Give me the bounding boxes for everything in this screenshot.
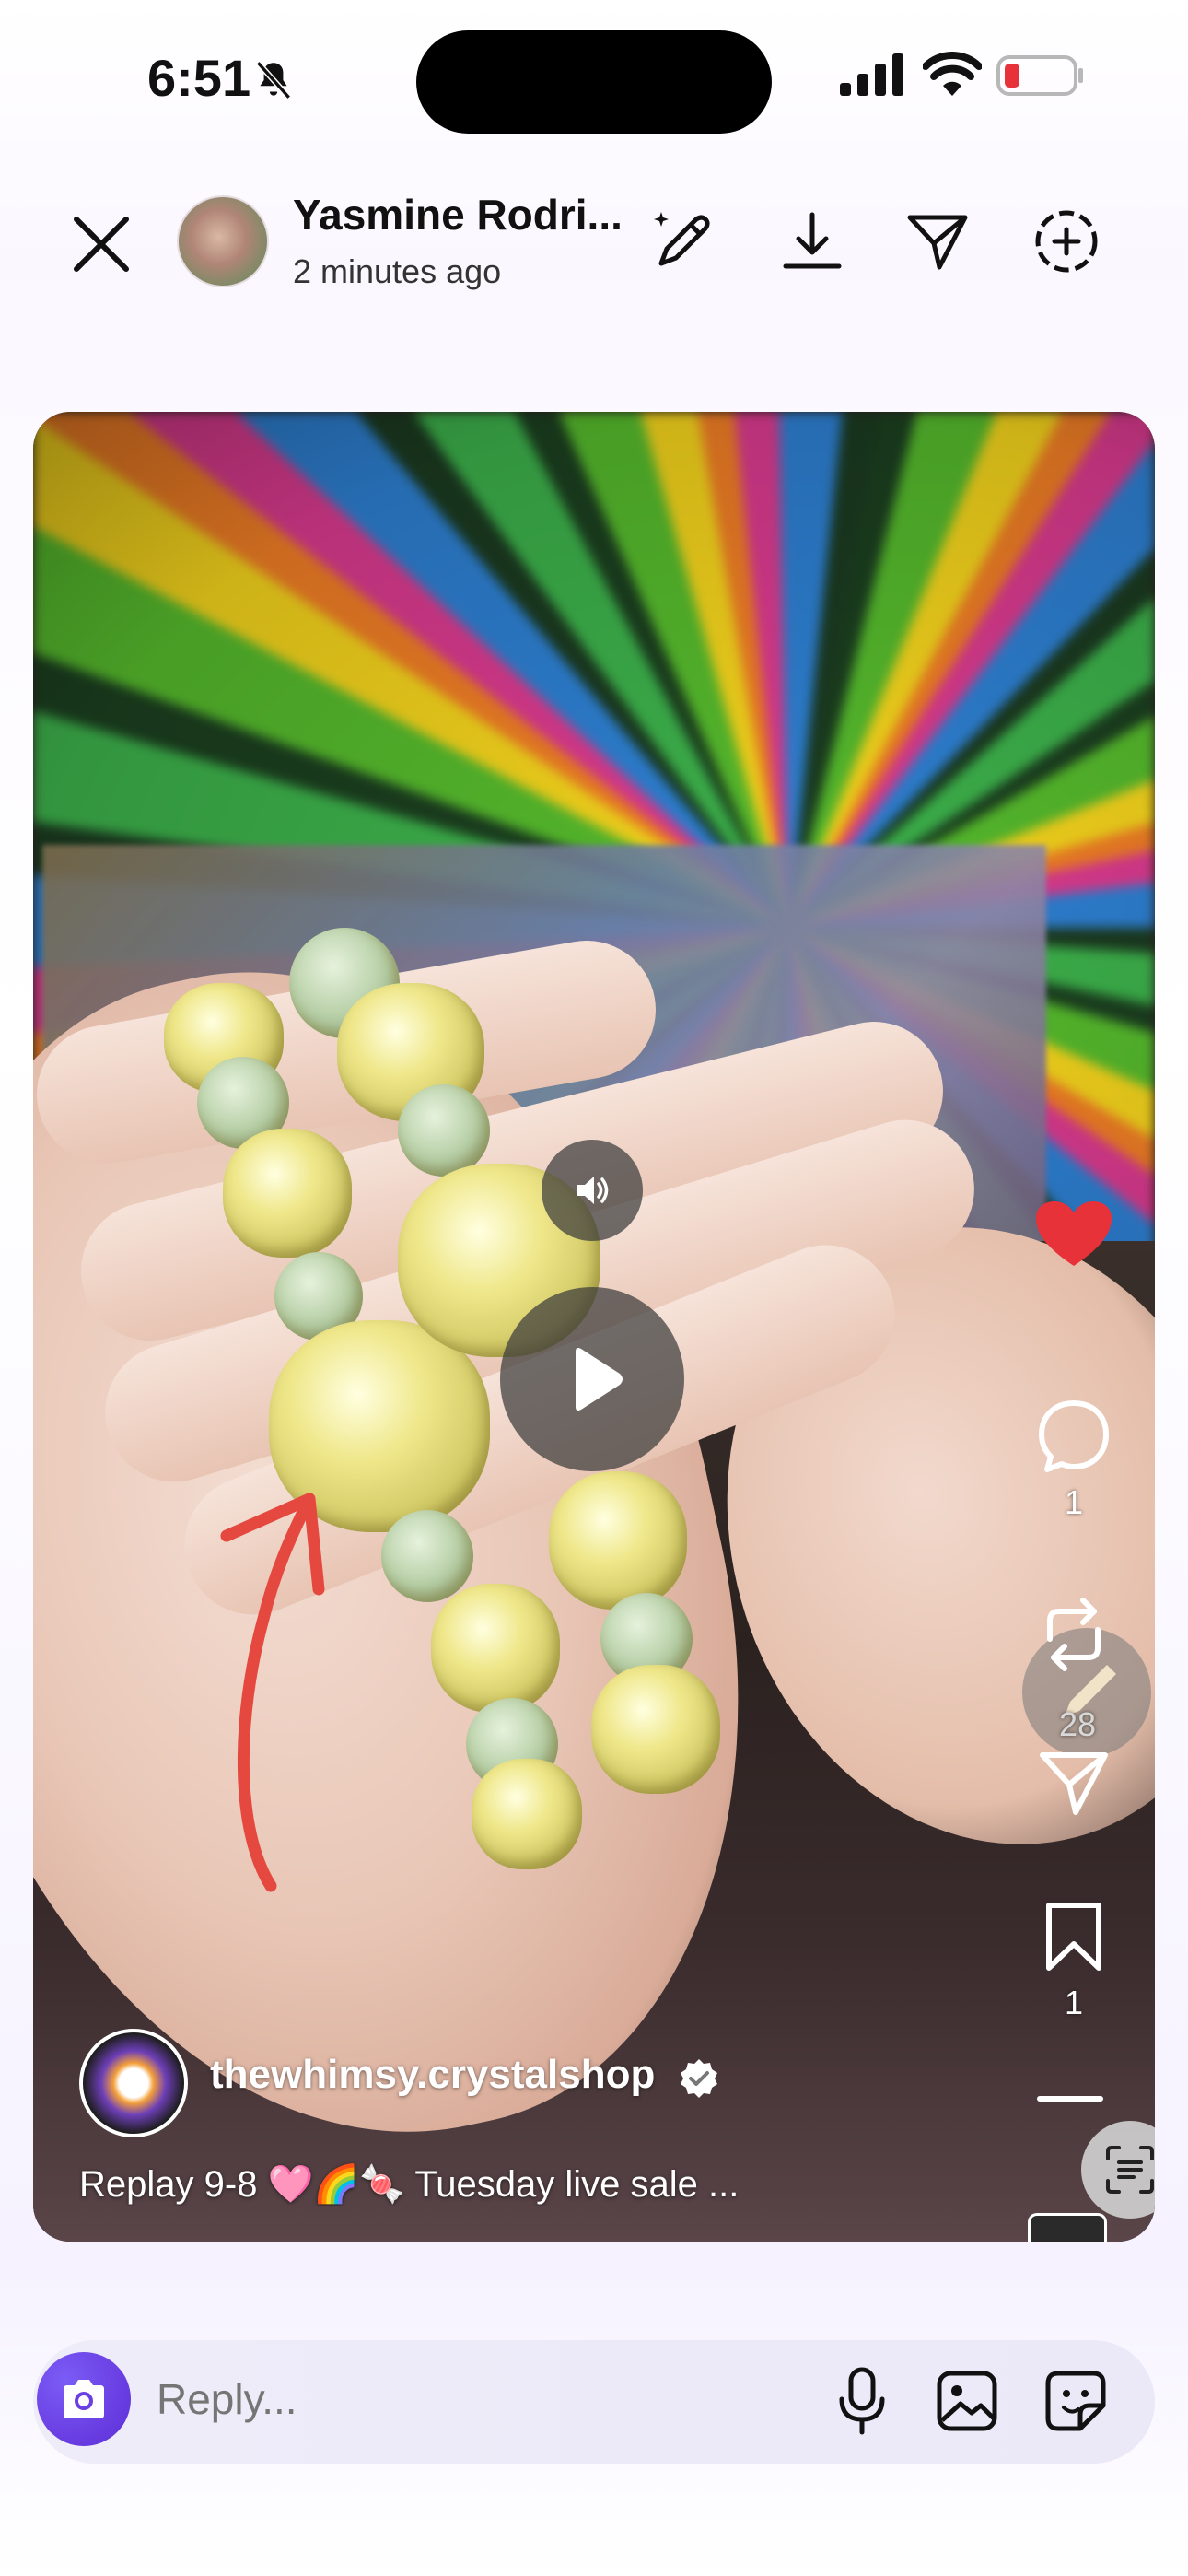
send-button[interactable] (901, 205, 974, 278)
gallery-button[interactable] (930, 2364, 1004, 2438)
play-icon (576, 1348, 623, 1411)
share-icon (1040, 1752, 1108, 1815)
reply-input[interactable] (155, 2373, 803, 2425)
sticker-button[interactable] (1039, 2364, 1112, 2438)
wifi-icon (923, 52, 982, 96)
author-name[interactable]: thewhimsy.crystalshop (210, 2052, 655, 2098)
microphone-icon (839, 2367, 885, 2435)
comment-button[interactable]: 1 (1019, 1398, 1129, 1522)
add-story-icon (1035, 210, 1098, 273)
save-button[interactable]: 1 (1019, 1900, 1129, 2022)
battery-low-icon (996, 55, 1083, 96)
comment-icon (1039, 1400, 1109, 1472)
add-to-story-button[interactable] (1030, 205, 1103, 278)
close-button[interactable] (64, 207, 138, 281)
comment-count: 1 (1064, 1483, 1084, 1521)
close-icon (74, 217, 129, 272)
download-button[interactable] (775, 205, 849, 278)
more-menu-line (1037, 2096, 1103, 2102)
save-count: 1 (1064, 1984, 1084, 2021)
like-button[interactable] (1019, 1200, 1129, 1274)
verified-icon (681, 2059, 717, 2098)
repost-icon (1047, 1598, 1101, 1671)
heart-icon (1036, 1201, 1112, 1266)
audio-thumbnail[interactable] (1028, 2213, 1107, 2242)
bookmark-icon (1046, 1903, 1101, 1971)
sparkle-pen-icon (654, 212, 710, 266)
text-select-icon (1106, 2146, 1154, 2194)
voice-message-button[interactable] (825, 2364, 899, 2438)
gallery-icon (937, 2371, 997, 2431)
author-avatar[interactable] (79, 2029, 188, 2137)
silent-bell-icon (255, 61, 292, 100)
story-time-ago: 2 minutes ago (293, 252, 502, 290)
play-button[interactable] (500, 1287, 684, 1471)
camera-icon (64, 2380, 104, 2418)
camera-button[interactable] (37, 2352, 131, 2446)
sound-toggle-button[interactable] (542, 1140, 643, 1241)
repost-button[interactable] (1019, 1593, 1129, 1680)
avatar[interactable] (177, 195, 269, 287)
sound-icon (577, 1177, 609, 1204)
status-bar: 6:51 (0, 0, 1188, 157)
dynamic-island (416, 30, 772, 134)
post-caption[interactable]: Replay 9-8 🩷🌈🍬 Tuesday live sale ... (79, 2162, 871, 2206)
edit-sparkle-button[interactable] (646, 205, 720, 278)
share-button[interactable] (1019, 1746, 1129, 1824)
send-icon (907, 215, 968, 270)
cellular-signal-icon (840, 53, 903, 96)
sticker-icon (1045, 2371, 1106, 2431)
status-time: 6:51 (147, 49, 251, 107)
story-user-name[interactable]: Yasmine Rodri... (293, 190, 623, 240)
story-media[interactable]: 28 1 1 thewhimsy.crystalshop Replay 9-8 … (33, 412, 1155, 2242)
red-arrow-annotation (220, 1493, 325, 1892)
like-count: 28 (1058, 1705, 1097, 1743)
download-icon (783, 212, 842, 269)
